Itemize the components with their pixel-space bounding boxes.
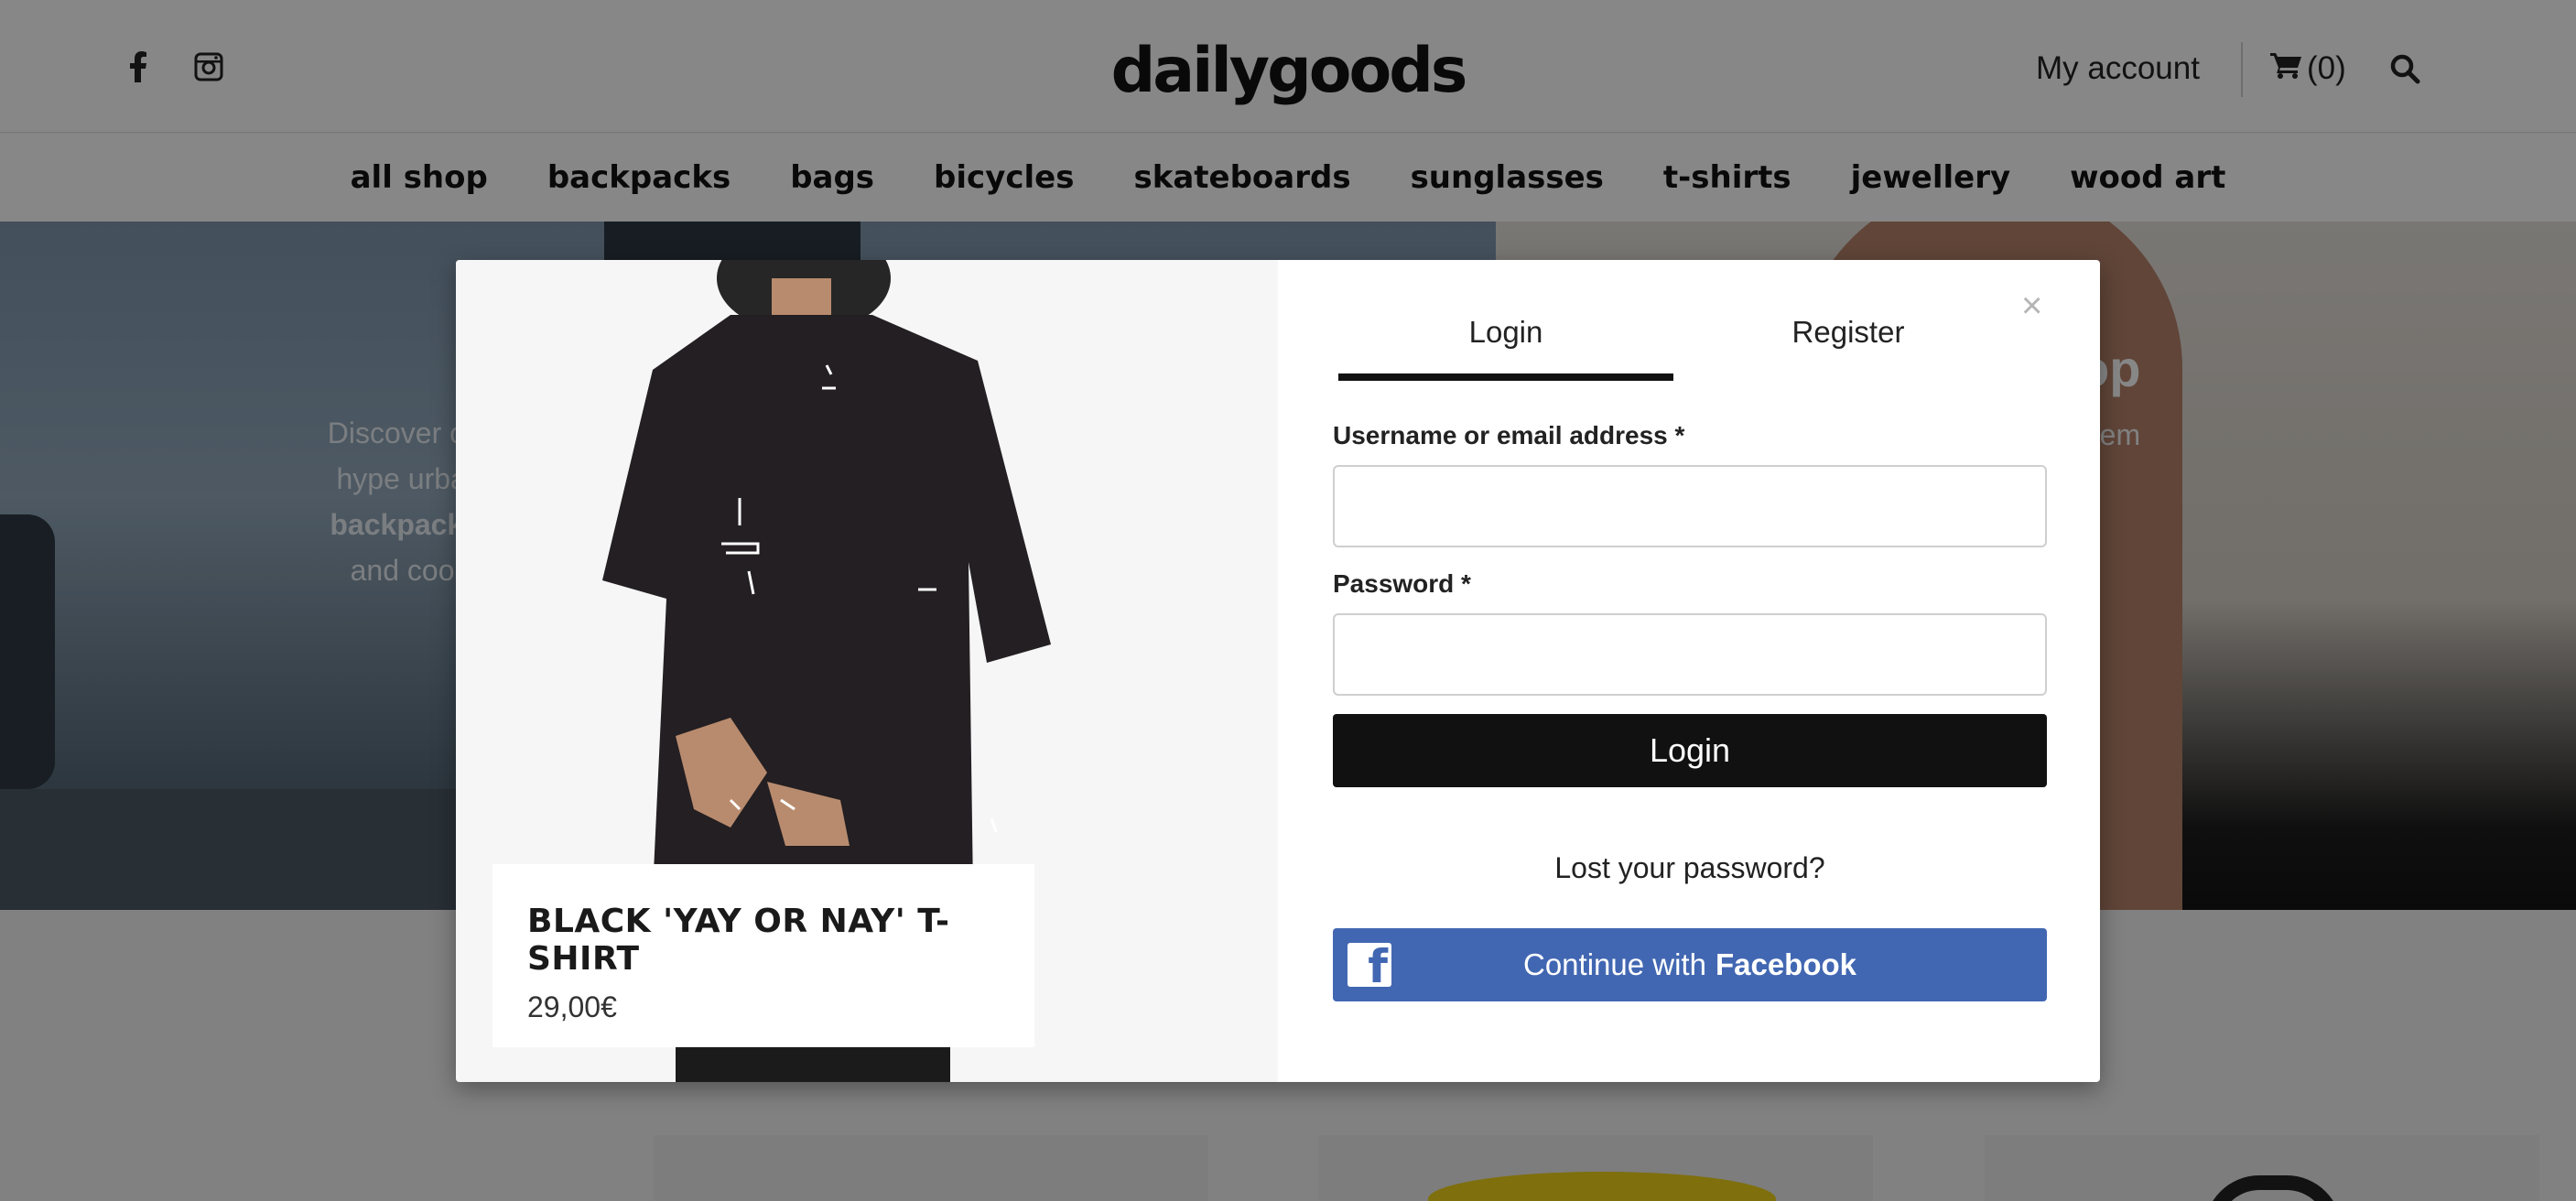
facebook-login-button[interactable]: f Continue with Facebook xyxy=(1333,928,2047,1001)
login-modal: BLACK 'YAY OR NAY' T-SHIRT 29,00€ × Logi… xyxy=(456,260,2100,1082)
password-field[interactable] xyxy=(1333,613,2047,696)
password-label: Password * xyxy=(1333,569,1471,598)
username-field[interactable] xyxy=(1333,465,2047,547)
facebook-button-brand: Facebook xyxy=(1715,947,1856,981)
product-price: 29,00€ xyxy=(527,990,617,1023)
facebook-button-prefix: Continue with xyxy=(1523,947,1706,981)
product-caption[interactable]: BLACK 'YAY OR NAY' T-SHIRT 29,00€ xyxy=(492,864,1034,1047)
login-button[interactable]: Login xyxy=(1333,714,2047,787)
active-tab-indicator xyxy=(1338,373,1673,381)
product-title: BLACK 'YAY OR NAY' T-SHIRT xyxy=(527,903,950,978)
product-promo-image: BLACK 'YAY OR NAY' T-SHIRT 29,00€ xyxy=(456,260,1278,1082)
login-form-panel: × Login Register Username or email addre… xyxy=(1278,260,2100,1082)
tab-register[interactable]: Register xyxy=(1681,315,2016,350)
tab-login[interactable]: Login xyxy=(1338,315,1673,350)
facebook-icon: f xyxy=(1348,943,1391,987)
lost-password-link[interactable]: Lost your password? xyxy=(1333,851,2047,885)
username-label: Username or email address * xyxy=(1333,421,1685,449)
close-icon[interactable]: × xyxy=(2021,287,2042,324)
